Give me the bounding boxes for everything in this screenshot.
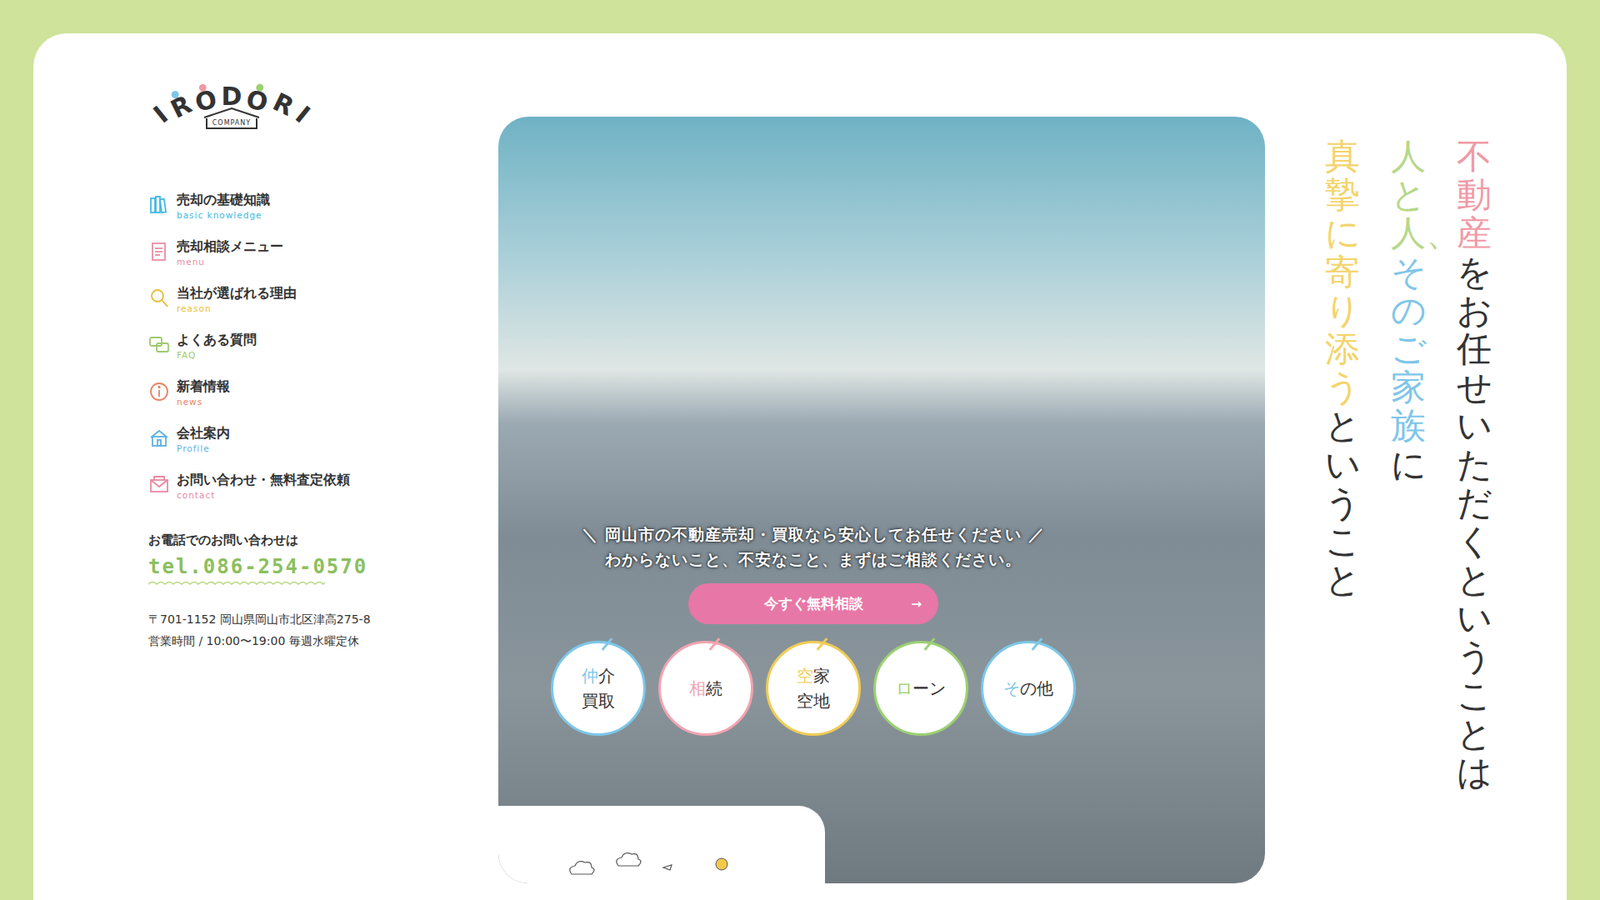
nav-label: 新着情報 xyxy=(176,377,230,396)
memo-icon xyxy=(148,240,170,263)
mail-icon xyxy=(148,474,170,496)
logo[interactable]: IRODORI COMPANY xyxy=(148,81,315,130)
hero-headline: ＼ 岡山市の不動産売却・買取なら安心してお任せください ／ xyxy=(581,521,1045,547)
nav-sub: menu xyxy=(176,255,284,268)
house-icon xyxy=(148,427,170,450)
nav-text: よくある質問FAQ xyxy=(176,330,257,361)
nav-item[interactable]: お問い合わせ・無料査定依頼contact xyxy=(148,470,499,501)
nav-text: 当社が選ばれる理由reason xyxy=(176,284,297,315)
nav-item[interactable]: よくある質問FAQ xyxy=(148,330,499,361)
arrow-icon: → xyxy=(910,596,922,612)
nav-item[interactable]: 新着情報news xyxy=(148,377,499,408)
category-circle[interactable]: ローン xyxy=(873,640,969,736)
tagline-column: 真摯に寄り添うということ xyxy=(1325,137,1360,900)
nav-text: 売却相談メニューmenu xyxy=(176,237,284,268)
category-label: その他 xyxy=(1003,675,1054,701)
hero-body: ＼ 岡山市の不動産売却・買取なら安心してお任せください ／わからないこと、不安な… xyxy=(498,116,1265,736)
cta-label: 今すぐ無料相談 xyxy=(764,594,864,614)
nav-label: 売却の基礎知識 xyxy=(176,190,270,210)
category-circle[interactable]: 空家空地 xyxy=(765,640,861,736)
logo-name: IRODORI xyxy=(156,81,308,114)
nav-text: 売却の基礎知識basic knowledge xyxy=(176,190,270,221)
tagline-segment: そのご家族 xyxy=(1390,251,1427,447)
nav-label: 当社が選ばれる理由 xyxy=(176,284,297,303)
notch xyxy=(498,805,825,884)
nav-label: お問い合わせ・無料査定依頼 xyxy=(176,470,350,490)
nav-item[interactable]: 売却相談メニューmenu xyxy=(148,237,499,268)
nav-text: お問い合わせ・無料査定依頼contact xyxy=(176,470,350,501)
phone-lead: お電話でのお問い合わせは xyxy=(148,532,499,549)
tick-icon xyxy=(815,637,828,651)
category-label-2: 買取 xyxy=(581,688,615,714)
nav-text: 新着情報news xyxy=(176,377,230,408)
logo-letter: O xyxy=(191,81,220,118)
category-label: ローン xyxy=(895,675,946,701)
tagline-segment: をお任せいただくということは xyxy=(1456,251,1493,793)
nav-label: よくある質問 xyxy=(176,330,257,350)
nav-sub: reason xyxy=(176,302,297,315)
tagline-segment: 真摯に寄り添う xyxy=(1325,135,1361,408)
nav-sub: contact xyxy=(176,489,350,501)
logo-sub: COMPANY xyxy=(205,118,258,130)
nav-item[interactable]: 売却の基礎知識basic knowledge xyxy=(148,190,499,221)
category-label: 空家 xyxy=(796,663,830,689)
tagline-segment: に xyxy=(1390,444,1427,485)
category-label: 相続 xyxy=(689,675,723,701)
tagline-segment: 人と人、 xyxy=(1390,135,1461,254)
nav-item[interactable]: 当社が選ばれる理由reason xyxy=(148,284,499,315)
info-icon xyxy=(148,380,170,403)
address-block: 〒701-1152 岡山県岡山市北区津高275-8営業時間 / 10:00〜19… xyxy=(148,608,499,652)
main-card: IRODORI COMPANY 売却の基礎知識basic knowledge 売却相談… xyxy=(33,33,1567,900)
cta-button[interactable]: 今すぐ無料相談 → xyxy=(688,583,939,625)
tagline-segment: 不動産 xyxy=(1456,135,1492,254)
address: 〒701-1152 岡山県岡山市北区津高275-8 xyxy=(148,608,499,630)
nav-label: 会社案内 xyxy=(176,424,230,443)
category-circle[interactable]: その他 xyxy=(980,640,1076,736)
nav-sub: Profile xyxy=(176,442,230,455)
tagline-column: 人と人、そのご家族に xyxy=(1390,137,1426,900)
nav-sub: basic knowledge xyxy=(176,209,270,221)
page: IRODORI COMPANY 売却の基礎知識basic knowledge 売却相談… xyxy=(0,0,1600,900)
tagline: 不動産をお任せいただくということは人と人、そのご家族に真摯に寄り添うということ xyxy=(1265,81,1567,900)
tel-link[interactable]: tel.086-254-0570 xyxy=(148,555,499,579)
nav-text: 会社案内Profile xyxy=(176,424,230,455)
category-label-2: 空地 xyxy=(796,688,830,714)
wave-icon xyxy=(148,580,325,587)
tick-icon xyxy=(1030,637,1043,651)
nav-item[interactable]: 会社案内Profile xyxy=(148,424,499,455)
nav-sub: FAQ xyxy=(176,349,257,361)
hero-subline: わからないこと、不安なこと、まずはご相談ください。 xyxy=(605,546,1022,572)
nav: 売却の基礎知識basic knowledge 売却相談メニューmenu 当社が選ばれ… xyxy=(148,190,499,501)
logo-letter: D xyxy=(221,81,243,114)
tick-icon xyxy=(708,637,720,651)
hero-photo: ＼ 岡山市の不動産売却・買取なら安心してお任せください ／わからないこと、不安な… xyxy=(498,116,1265,884)
tick-icon xyxy=(600,637,613,651)
search-icon xyxy=(148,287,170,310)
hours: 営業時間 / 10:00〜19:00 毎週水曜定休 xyxy=(148,630,499,652)
logo-letter: O xyxy=(244,81,272,118)
category-label: 仲介 xyxy=(581,663,615,689)
books-icon xyxy=(148,194,170,216)
category-row: 仲介買取 相続 空家空地 ローン その他 xyxy=(550,640,1076,736)
category-circle[interactable]: 仲介買取 xyxy=(550,640,646,736)
nav-label: 売却相談メニュー xyxy=(176,237,284,256)
tagline-column: 不動産をお任せいただくということは xyxy=(1456,137,1492,900)
sidebar: IRODORI COMPANY 売却の基礎知識basic knowledge 売却相談… xyxy=(148,81,499,900)
chat-icon xyxy=(148,334,170,356)
phone-block: お電話でのお問い合わせは tel.086-254-0570 xyxy=(148,532,499,587)
category-circle[interactable]: 相続 xyxy=(658,640,754,736)
tagline-segment: ということ xyxy=(1325,405,1361,600)
clouds-icon xyxy=(563,852,747,881)
nav-sub: news xyxy=(176,395,230,408)
tick-icon xyxy=(923,637,935,651)
